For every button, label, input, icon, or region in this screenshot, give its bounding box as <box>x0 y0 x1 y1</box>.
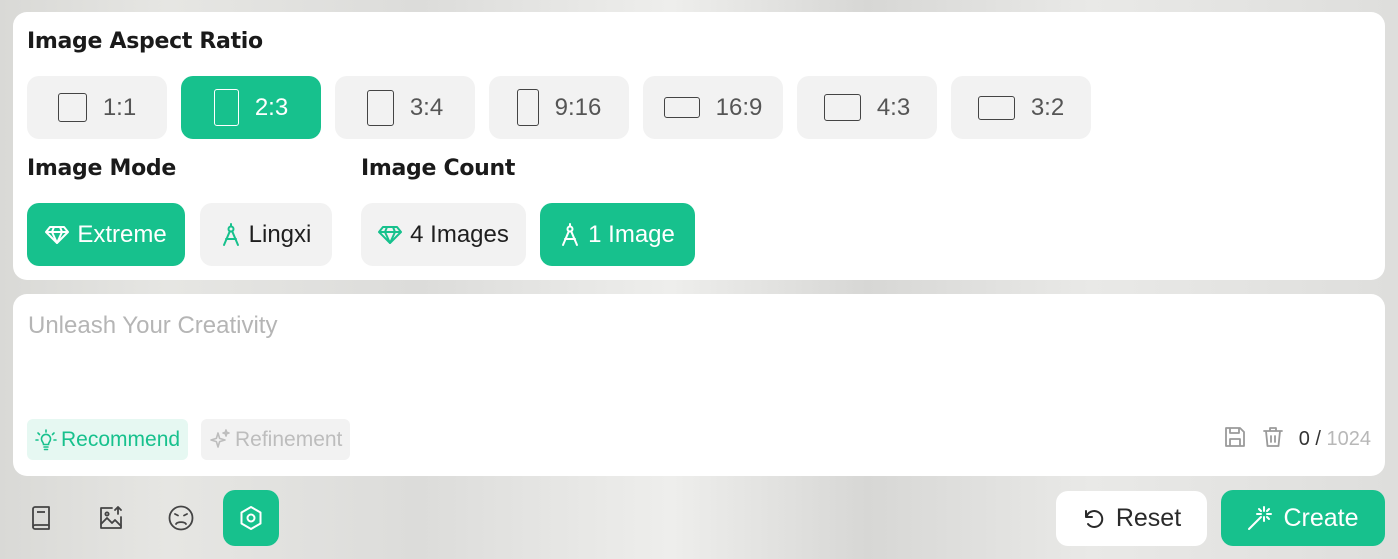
char-limit: 1024 <box>1326 428 1372 450</box>
lightbulb-icon <box>35 428 57 451</box>
wide-landscape-ratio-icon <box>663 97 700 118</box>
mode-label: Lingxi <box>248 220 312 248</box>
mode-option-extreme[interactable]: Extreme <box>27 203 185 266</box>
diamond-icon <box>378 225 403 245</box>
recommend-label: Recommend <box>61 427 181 451</box>
settings-panel: Image Aspect Ratio 1:1 2:3 3:4 9:16 16:9… <box>13 12 1385 280</box>
refinement-button[interactable]: Refinement <box>201 419 351 460</box>
mode-label: Extreme <box>77 220 167 248</box>
compass-icon <box>221 222 241 247</box>
ratio-option-3-2[interactable]: 3:2 <box>951 76 1091 139</box>
sparkle-icon <box>209 428 231 451</box>
magic-wand-icon <box>1247 505 1273 531</box>
ratio-label: 9:16 <box>554 93 602 121</box>
ratio-option-4-3[interactable]: 4:3 <box>797 76 937 139</box>
compass-icon <box>560 222 580 247</box>
ratio-option-2-3[interactable]: 2:3 <box>181 76 321 139</box>
count-label: 1 Image <box>588 220 675 248</box>
ratio-option-9-16[interactable]: 9:16 <box>489 76 629 139</box>
ratio-option-3-4[interactable]: 3:4 <box>335 76 475 139</box>
aspect-ratio-title: Image Aspect Ratio <box>27 29 263 54</box>
portrait-ratio-icon <box>213 89 239 126</box>
book-icon[interactable] <box>13 490 69 546</box>
landscape-ratio-icon <box>977 95 1015 120</box>
save-icon[interactable] <box>1223 425 1247 454</box>
count-label: 4 Images <box>410 220 509 248</box>
refinement-label: Refinement <box>235 427 343 451</box>
ratio-label: 3:4 <box>409 93 444 121</box>
image-upload-icon[interactable] <box>83 490 139 546</box>
char-counter: 0 / 1024 <box>1299 428 1371 451</box>
square-ratio-icon <box>57 93 87 122</box>
mode-option-lingxi[interactable]: Lingxi <box>200 203 332 266</box>
ratio-option-16-9[interactable]: 16:9 <box>643 76 783 139</box>
tall-portrait-ratio-icon <box>516 89 539 126</box>
image-mode-title: Image Mode <box>27 156 176 181</box>
create-button[interactable]: Create <box>1221 490 1385 546</box>
diamond-icon <box>45 225 70 245</box>
emoji-icon[interactable] <box>153 490 209 546</box>
count-option-4-images[interactable]: 4 Images <box>361 203 526 266</box>
prompt-meta: 0 / 1024 <box>1223 425 1371 454</box>
reset-label: Reset <box>1115 504 1182 532</box>
ratio-label: 1:1 <box>102 93 137 121</box>
ratio-label: 3:2 <box>1030 93 1065 121</box>
ratio-label: 16:9 <box>715 93 763 121</box>
reset-button[interactable]: Reset <box>1056 491 1207 546</box>
char-count: 0 <box>1298 428 1310 450</box>
count-option-1-image[interactable]: 1 Image <box>540 203 695 266</box>
ratio-option-1-1[interactable]: 1:1 <box>27 76 167 139</box>
settings-hexagon-icon[interactable] <box>223 490 279 546</box>
portrait-ratio-icon <box>366 89 394 126</box>
char-separator: / <box>1315 428 1321 450</box>
trash-icon[interactable] <box>1261 425 1285 454</box>
create-label: Create <box>1283 503 1359 532</box>
prompt-panel[interactable]: Unleash Your Creativity Recommend Refine… <box>13 294 1385 476</box>
landscape-ratio-icon <box>823 94 861 121</box>
image-count-title: Image Count <box>361 156 516 181</box>
prompt-input[interactable]: Unleash Your Creativity <box>28 312 277 340</box>
recommend-button[interactable]: Recommend <box>27 419 189 460</box>
ratio-label: 2:3 <box>254 93 289 121</box>
undo-icon <box>1082 507 1106 531</box>
ratio-label: 4:3 <box>876 93 911 121</box>
